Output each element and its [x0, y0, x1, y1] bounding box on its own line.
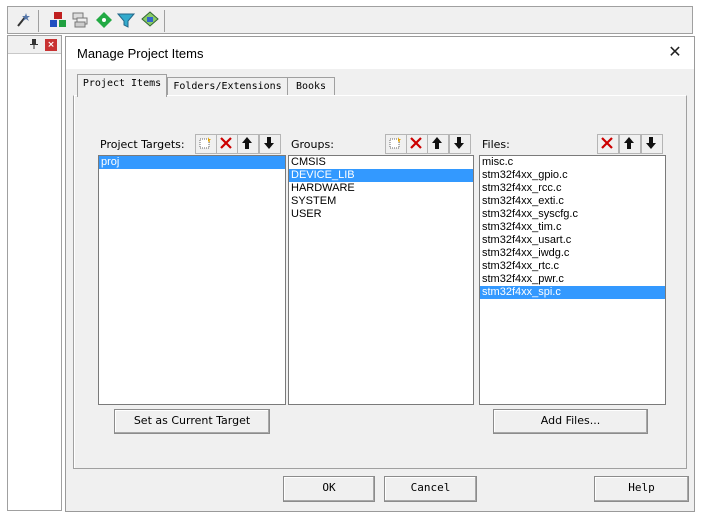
new-group-button[interactable] [385, 134, 407, 154]
layers-icon[interactable] [140, 10, 160, 30]
list-item[interactable]: stm32f4xx_spi.c [480, 286, 665, 299]
list-item[interactable]: SYSTEM [289, 195, 473, 208]
list-item[interactable]: stm32f4xx_rtc.c [480, 260, 665, 273]
button-label: Cancel [410, 481, 451, 494]
funnel-icon[interactable] [116, 10, 136, 30]
list-item[interactable]: CMSIS [289, 156, 473, 169]
ok-button[interactable]: OK [283, 476, 375, 502]
delete-group-button[interactable] [406, 134, 428, 154]
tab-project-items[interactable]: Project Items [77, 74, 167, 97]
move-file-up-button[interactable] [619, 134, 641, 154]
pane-close-icon[interactable]: × [45, 39, 57, 51]
tab-books[interactable]: Books [287, 77, 335, 96]
list-item[interactable]: proj [99, 156, 285, 169]
list-item[interactable]: stm32f4xx_exti.c [480, 195, 665, 208]
dialog-titlebar: Manage Project Items ✕ [66, 37, 694, 69]
pin-icon[interactable] [30, 39, 38, 52]
button-label: Add Files... [540, 414, 601, 427]
button-label: Help [628, 481, 655, 494]
new-target-button[interactable] [195, 134, 217, 154]
list-item[interactable]: USER [289, 208, 473, 221]
tab-label: Project Items [82, 78, 162, 89]
groups-label: Groups: [291, 138, 334, 151]
list-item[interactable]: misc.c [480, 156, 665, 169]
delete-target-button[interactable] [216, 134, 238, 154]
move-target-up-button[interactable] [237, 134, 259, 154]
set-as-current-target-button[interactable]: Set as Current Target [114, 409, 270, 434]
list-item[interactable]: stm32f4xx_usart.c [480, 234, 665, 247]
project-targets-label: Project Targets: [100, 138, 185, 151]
list-item[interactable]: stm32f4xx_pwr.c [480, 273, 665, 286]
dialog-title: Manage Project Items [77, 46, 204, 61]
move-group-down-button[interactable] [449, 134, 471, 154]
list-item[interactable]: stm32f4xx_iwdg.c [480, 247, 665, 260]
stacked-windows-icon[interactable] [70, 10, 90, 30]
list-item[interactable]: stm32f4xx_syscfg.c [480, 208, 665, 221]
tab-label: Books [295, 81, 327, 92]
list-item[interactable]: stm32f4xx_rcc.c [480, 182, 665, 195]
cancel-button[interactable]: Cancel [384, 476, 477, 502]
files-list[interactable]: misc.c stm32f4xx_gpio.c stm32f4xx_rcc.c … [479, 155, 666, 405]
move-target-down-button[interactable] [259, 134, 281, 154]
toolbar-separator [164, 10, 165, 32]
move-group-up-button[interactable] [427, 134, 449, 154]
button-label: Set as Current Target [133, 414, 251, 427]
magic-wand-icon[interactable] [14, 10, 34, 30]
project-targets-list[interactable]: proj [98, 155, 286, 405]
side-pane-header: × [8, 36, 61, 54]
side-pane: × [7, 35, 62, 511]
add-files-button[interactable]: Add Files... [493, 409, 648, 434]
ide-toolbar [7, 6, 693, 34]
project-items-icon[interactable] [48, 10, 68, 30]
toolbar-separator [38, 10, 39, 32]
list-item[interactable]: stm32f4xx_gpio.c [480, 169, 665, 182]
move-file-down-button[interactable] [641, 134, 663, 154]
list-item[interactable]: stm32f4xx_tim.c [480, 221, 665, 234]
tab-label: Folders/Extensions [173, 81, 282, 92]
groups-list[interactable]: CMSIS DEVICE_LIB HARDWARE SYSTEM USER [288, 155, 474, 405]
files-label: Files: [482, 138, 510, 151]
button-label: OK [322, 481, 336, 494]
help-button[interactable]: Help [594, 476, 689, 502]
close-icon[interactable]: ✕ [666, 43, 684, 61]
manage-project-items-dialog: Manage Project Items ✕ Project Items Fol… [65, 36, 695, 512]
tab-folders-extensions[interactable]: Folders/Extensions [167, 77, 288, 96]
delete-file-button[interactable] [597, 134, 619, 154]
list-item[interactable]: DEVICE_LIB [289, 169, 473, 182]
green-diamond-icon[interactable] [94, 10, 114, 30]
list-item[interactable]: HARDWARE [289, 182, 473, 195]
